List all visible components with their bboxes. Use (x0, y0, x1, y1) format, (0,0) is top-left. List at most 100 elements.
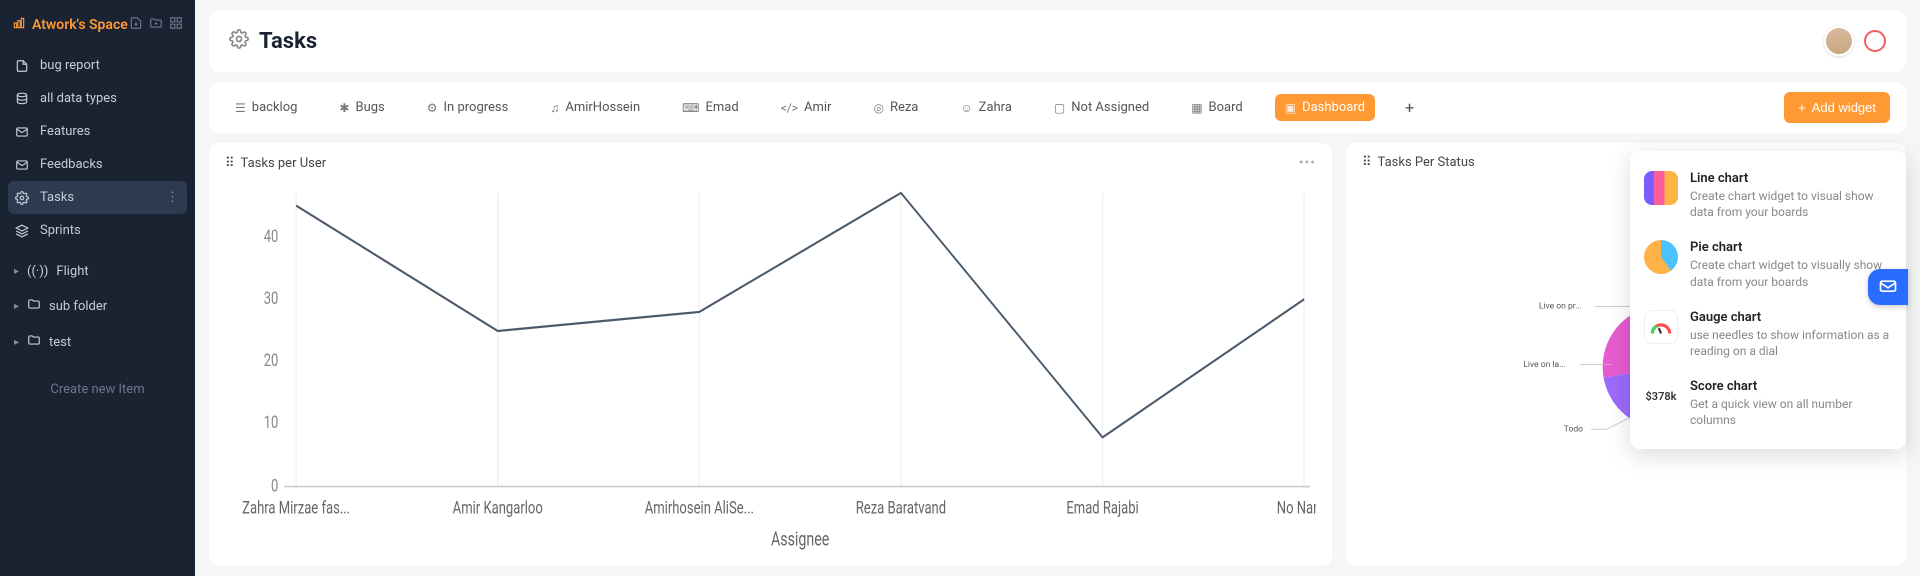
nav-list: bug report all data types Features Feedb… (0, 45, 195, 251)
tab-reza[interactable]: ◎ Reza (863, 94, 928, 121)
add-widget-button[interactable]: + Add widget (1784, 92, 1890, 123)
chat-fab[interactable] (1868, 269, 1908, 305)
sidebar-folder-test[interactable]: ▸ test (0, 324, 195, 360)
tab-label: Emad (705, 100, 738, 115)
folder-icon (27, 333, 41, 351)
database-icon (14, 92, 30, 106)
sidebar-folder-subfolder[interactable]: ▸ sub folder (0, 288, 195, 324)
tab-not-assigned[interactable]: ▢ Not Assigned (1044, 94, 1159, 121)
tab-label: Not Assigned (1071, 100, 1149, 115)
tab-board[interactable]: ▦Board (1181, 94, 1253, 121)
popover-item-score-chart[interactable]: $378k Score chart Get a quick view on al… (1644, 369, 1892, 438)
grid-toggle-icon[interactable] (169, 16, 183, 34)
tab-zahra[interactable]: ☺ Zahra (950, 94, 1022, 121)
tab-label: Zahra (979, 100, 1012, 115)
add-file-icon[interactable] (129, 16, 143, 34)
sidebar-item-all-data-types[interactable]: all data types (0, 82, 195, 115)
x-tick: No Name (1277, 498, 1316, 518)
mail-icon (14, 158, 30, 172)
more-icon[interactable]: ⋮ (166, 190, 179, 205)
add-widget-popover: Line chart Create chart widget to visual… (1630, 151, 1906, 449)
chevron-right-icon: ▸ (14, 337, 19, 348)
workspace-title[interactable]: Atwork's Space (12, 16, 128, 35)
add-widget-label: Add widget (1812, 100, 1876, 115)
sidebar: Atwork's Space bug report (0, 0, 195, 576)
target-icon: ◎ (873, 101, 883, 115)
sidebar-item-label: Feedbacks (40, 157, 181, 172)
popover-item-pie-chart[interactable]: Pie chart Create chart widget to visuall… (1644, 230, 1892, 299)
sidebar-item-tasks[interactable]: Tasks ⋮ (8, 181, 187, 214)
widget-title-text: Tasks Per Status (1378, 155, 1475, 170)
tab-amirhossein[interactable]: ♫ AmirHossein (540, 94, 650, 121)
sidebar-item-label: all data types (40, 91, 181, 106)
x-tick: Reza Baratvand (856, 498, 946, 518)
pie-label: Todo (1564, 425, 1583, 435)
popover-item-gauge-chart[interactable]: Gauge chart use needles to show informat… (1644, 300, 1892, 369)
x-axis-title: Assignee (771, 528, 829, 551)
tab-in-progress[interactable]: ⚙ In progress (417, 94, 519, 121)
grid-icon: ▣ (1285, 101, 1296, 115)
pie-label: Live on pr... (1539, 302, 1582, 312)
drag-handle-icon[interactable]: ⠿ (225, 156, 235, 171)
popover-item-desc: Get a quick view on all number columns (1690, 396, 1892, 428)
gamepad-icon: ⌨ (682, 101, 699, 115)
tab-label: Board (1209, 100, 1243, 115)
tab-amir[interactable]: </>Amir (771, 94, 842, 121)
popover-item-line-chart[interactable]: Line chart Create chart widget to visual… (1644, 161, 1892, 230)
page-title: Tasks (259, 29, 317, 54)
status-ring-icon[interactable] (1864, 30, 1886, 52)
widgets-row: ⠿ Tasks per User ••• (209, 143, 1906, 566)
avatar[interactable] (1824, 26, 1854, 56)
chevron-right-icon: ▸ (14, 266, 19, 277)
pie-chart-icon (1644, 240, 1678, 274)
popover-item-title: Line chart (1690, 171, 1892, 186)
sidebar-folder-flight[interactable]: ▸ ((·)) Flight (0, 255, 195, 288)
popover-item-desc: Create chart widget to visually show dat… (1690, 257, 1892, 289)
sidebar-item-label: Features (40, 124, 181, 139)
x-tick: Amir Kangarloo (453, 498, 543, 518)
tab-dashboard[interactable]: ▣ Dashboard (1275, 94, 1375, 121)
tab-label: Dashboard (1302, 100, 1365, 115)
chevron-right-icon: ▸ (14, 301, 19, 312)
headset-icon: ♫ (550, 101, 559, 115)
layers-icon: ☰ (235, 101, 246, 115)
gear-icon: ⚙ (427, 101, 438, 115)
sidebar-item-label: bug report (40, 58, 181, 73)
y-tick: 40 (264, 226, 279, 246)
smile-icon: ☺ (960, 101, 972, 115)
code-icon: </> (781, 101, 798, 115)
widget-title-text: Tasks per User (241, 156, 327, 171)
tab-label: backlog (252, 100, 298, 115)
drag-handle-icon[interactable]: ⠿ (1362, 155, 1372, 170)
tab-emad[interactable]: ⌨ Emad (672, 94, 749, 121)
sidebar-item-feedbacks[interactable]: Feedbacks (0, 148, 195, 181)
tab-bugs[interactable]: ✱Bugs (329, 94, 394, 121)
popover-item-desc: use needles to show information as a rea… (1690, 327, 1892, 359)
add-tab-button[interactable]: + (1397, 94, 1422, 121)
sidebar-item-features[interactable]: Features (0, 115, 195, 148)
popover-item-title: Score chart (1690, 379, 1892, 394)
bar-chart-icon (1644, 171, 1678, 205)
sidebar-item-sprints[interactable]: Sprints (0, 214, 195, 247)
sidebar-item-bug-report[interactable]: bug report (0, 49, 195, 82)
add-folder-icon[interactable] (149, 16, 163, 34)
calendar-icon: ▢ (1054, 101, 1065, 115)
tab-backlog[interactable]: ☰ backlog (225, 94, 307, 121)
workspace-icon (12, 16, 26, 35)
y-tick: 10 (264, 412, 279, 432)
file-icon (14, 59, 30, 73)
bug-icon: ✱ (339, 101, 349, 115)
tab-label: Reza (890, 100, 918, 115)
line-chart: 0 10 20 30 40 Zahra Mirzae fas... Amir K… (225, 177, 1316, 558)
tab-label: AmirHossein (565, 100, 640, 115)
gear-icon (14, 191, 30, 205)
tab-label: In progress (444, 100, 509, 115)
sidebar-item-label: Sprints (40, 223, 181, 238)
plus-icon: + (1798, 100, 1806, 115)
tabs-bar: ☰ backlog ✱Bugs ⚙ In progress ♫ AmirHossein… (209, 82, 1906, 133)
create-new-item[interactable]: Create new Item (0, 372, 195, 407)
folder-icon (27, 297, 41, 315)
line-series (296, 193, 1304, 437)
layers-icon (14, 224, 30, 238)
widget-more-icon[interactable]: ••• (1299, 155, 1316, 171)
